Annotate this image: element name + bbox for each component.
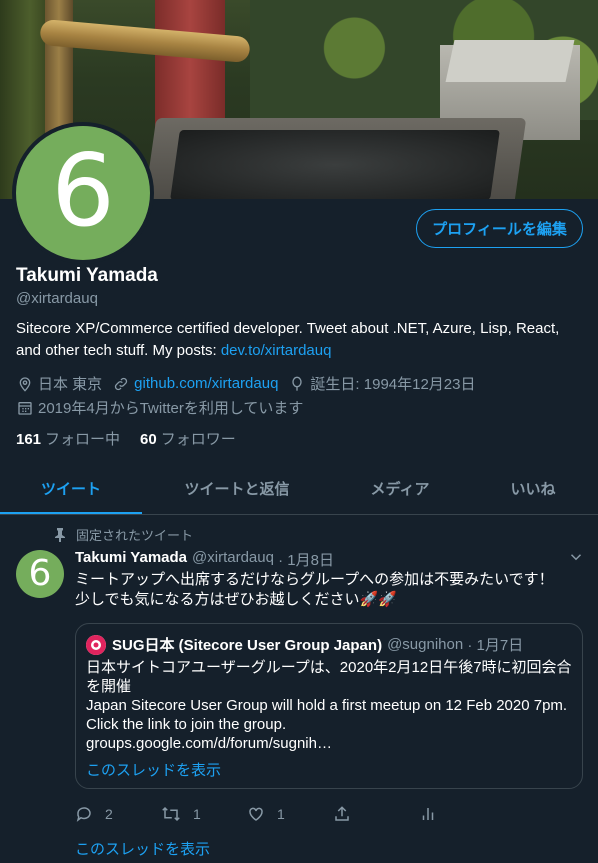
pin-icon	[52, 527, 68, 542]
tweet-header: Takumi Yamada @xirtardauq · 1月8日	[75, 549, 334, 570]
tweet-author-handle: @xirtardauq	[192, 549, 274, 566]
show-thread-link[interactable]: このスレッドを表示	[75, 838, 210, 859]
reply-count: 2	[105, 806, 113, 822]
bio-link[interactable]: dev.to/xirtardauq	[221, 342, 332, 359]
following-count: 161	[16, 431, 42, 448]
birthday-text: 誕生日: 1994年12月23日	[310, 376, 476, 393]
quote-header: SUG日本 (Sitecore User Group Japan) @sugni…	[86, 634, 523, 655]
banner-water	[170, 130, 500, 199]
link-icon	[112, 375, 130, 393]
followers-count: 60	[140, 431, 157, 448]
profile-name: Takumi Yamada	[16, 265, 158, 286]
quote-author-handle: @sugnihon	[387, 636, 464, 653]
analytics-icon	[422, 808, 434, 820]
profile-tabs: ツイート ツイートと返信 メディア いいね	[0, 462, 598, 515]
tweet-avatar-digit: 6	[28, 553, 52, 594]
quote-avatar	[86, 634, 106, 655]
quoted-tweet[interactable]: SUG日本 (Sitecore User Group Japan) @sugni…	[75, 623, 583, 789]
following-link[interactable]: 161 フォロー中	[16, 428, 120, 449]
quote-show-thread-link[interactable]: このスレッドを表示	[86, 759, 221, 780]
tweet-actions: 2 1 1	[75, 803, 505, 825]
following-label: フォロー中	[45, 431, 121, 448]
retweet-icon	[162, 806, 180, 822]
tab-tweets[interactable]: ツイート	[0, 462, 142, 514]
retweet-count: 1	[193, 806, 201, 822]
tab-tweets-and-replies[interactable]: ツイートと返信	[142, 462, 332, 514]
location: 日本 東京	[16, 373, 102, 394]
tweet-avatar[interactable]: 6	[16, 550, 64, 598]
quote-date: · 1月7日	[467, 637, 524, 654]
reply-icon	[76, 807, 91, 822]
banner-stone-top	[445, 40, 575, 82]
quote-author-name: SUG日本 (Sitecore User Group Japan)	[112, 637, 383, 654]
tweet-author-name[interactable]: Takumi Yamada	[75, 549, 187, 570]
tweet-text-line: 少しでも気になる方はぜひお越しください🚀🚀	[75, 591, 397, 608]
edit-profile-button[interactable]: プロフィールを編集	[416, 209, 583, 248]
retweet-button[interactable]: 1	[161, 803, 247, 825]
quote-line: 日本サイトコアユーザーグループは、2020年2月12日午後7時に初回会合を開催	[86, 659, 572, 695]
profile-avatar[interactable]: 6	[12, 122, 154, 264]
location-text: 日本 東京	[38, 376, 103, 393]
pinned-text: 固定されたツイート	[76, 528, 194, 543]
location-pin-icon	[16, 375, 34, 393]
quote-body: 日本サイトコアユーザーグループは、2020年2月12日午後7時に初回会合を開催 …	[86, 658, 574, 753]
pinned-label: 固定されたツイート	[52, 525, 193, 544]
tweet-date[interactable]: · 1月8日	[278, 549, 334, 570]
share-button[interactable]	[333, 803, 419, 825]
profile-meta: 日本 東京 github.com/xirtardauq 誕生日: 1994年12…	[16, 373, 486, 394]
heart-icon	[249, 807, 263, 821]
calendar-icon	[16, 399, 34, 417]
profile-bio: Sitecore XP/Commerce certified developer…	[16, 318, 586, 362]
followers-label: フォロワー	[160, 431, 236, 448]
follow-stats: 161 フォロー中 60 フォロワー	[16, 428, 256, 449]
balloon-icon	[288, 375, 306, 393]
tab-media[interactable]: メディア	[332, 462, 468, 514]
website[interactable]: github.com/xirtardauq	[112, 375, 278, 393]
chevron-down-icon[interactable]	[567, 548, 585, 566]
joined-row: 2019年4月からTwitterを利用しています	[16, 397, 303, 418]
profile-handle: @xirtardauq	[16, 290, 98, 307]
website-link[interactable]: github.com/xirtardauq	[134, 375, 278, 392]
tweet-text: ミートアップへ出席するだけならグループへの参加は不要みたいです！ 少しでも気にな…	[75, 570, 585, 610]
avatar-digit: 6	[51, 132, 115, 249]
followers-link[interactable]: 60 フォロワー	[140, 428, 236, 449]
quote-line: groups.google.com/d/forum/sugnih…	[86, 735, 332, 752]
like-button[interactable]: 1	[247, 803, 333, 825]
birthday: 誕生日: 1994年12月23日	[288, 373, 476, 394]
reply-button[interactable]: 2	[75, 803, 161, 825]
share-icon	[335, 806, 349, 821]
tab-likes[interactable]: いいね	[468, 462, 598, 514]
quote-line: Japan Sitecore User Group will hold a fi…	[86, 697, 568, 733]
tweet-text-line: ミートアップへ出席するだけならグループへの参加は不要みたいです！	[75, 571, 554, 588]
analytics-button[interactable]	[419, 803, 505, 825]
like-count: 1	[277, 806, 285, 822]
joined-text: 2019年4月からTwitterを利用しています	[38, 400, 304, 417]
